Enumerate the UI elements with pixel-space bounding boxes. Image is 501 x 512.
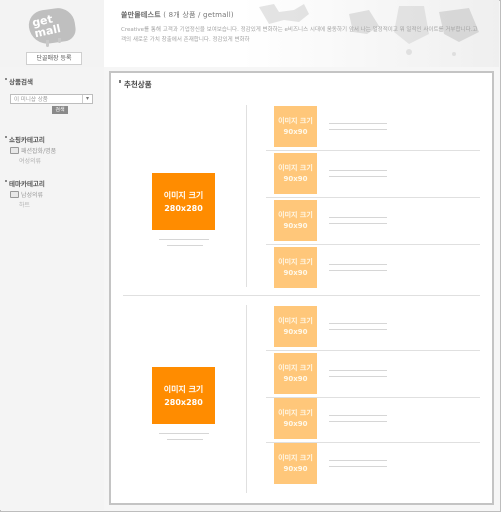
product-price-placeholder [329,129,387,130]
product-name-placeholder [159,433,209,434]
image-size-label: 이미지 크기 [278,316,313,325]
image-size-label: 이미지 크기 [278,163,313,172]
folder-icon [10,191,19,198]
sidebar-subitem-women[interactable]: 여성의류 [19,156,41,165]
image-size-value: 280x280 [164,397,203,407]
divider [266,150,480,151]
shop-description: Creative를 통해 고객과 기업정신을 보여보습니다. 정감있게 변화하는… [121,27,478,43]
product-image-large[interactable]: 이미지 크기 280x280 [152,367,215,424]
logo-area: get mall 단골매장 등록 [0,0,104,67]
product-name-placeholder [329,123,387,124]
search-button[interactable]: 검색 [52,106,68,114]
image-size-value: 90x90 [283,127,308,136]
product-image-small[interactable]: 이미지 크기 90x90 [274,106,317,147]
product-price-placeholder [329,270,387,271]
logo-drip [58,38,61,43]
image-size-value: 90x90 [283,268,308,277]
image-size-value: 90x90 [283,327,308,336]
image-size-value: 90x90 [283,174,308,183]
shop-name: 쏠만몰테스트 [121,11,161,19]
product-image-small[interactable]: 이미지 크기 90x90 [274,247,317,288]
sidebar-item-label: 패션잡화/명품 [21,148,57,155]
product-image-small[interactable]: 이미지 크기 90x90 [274,443,317,484]
folder-icon [10,147,19,154]
divider [266,350,480,351]
shop-category-heading: 쇼핑카테고리 [5,134,45,144]
image-size-label: 이미지 크기 [278,363,313,372]
divider [266,244,480,245]
product-name-placeholder [329,170,387,171]
image-size-label: 이미지 크기 [278,408,313,417]
image-size-label: 이미지 크기 [278,116,313,125]
search-scope-select[interactable]: 이 미니샵 상품 ▾ [10,94,93,104]
sidebar-item-men[interactable]: 남성의류 [10,190,43,199]
product-name-placeholder [329,264,387,265]
product-name-placeholder [329,415,387,416]
image-size-value: 90x90 [283,464,308,473]
section-title: 추천상품 [119,79,152,90]
sidebar-subitem-heart[interactable]: 하트 [19,200,30,209]
product-name-placeholder [159,239,209,240]
product-price-placeholder [329,421,387,422]
product-name-placeholder [329,323,387,324]
favorite-shop-button[interactable]: 단골매장 등록 [26,52,82,65]
product-price-placeholder [329,329,387,330]
product-image-small[interactable]: 이미지 크기 90x90 [274,398,317,439]
product-price-placeholder [329,376,387,377]
image-size-value: 90x90 [283,374,308,383]
chevron-down-icon[interactable]: ▾ [82,95,92,103]
search-scope-value: 이 미니샵 상품 [14,97,48,103]
image-size-label: 이미지 크기 [163,190,204,200]
product-image-small[interactable]: 이미지 크기 90x90 [274,153,317,194]
search-heading: 상품검색 [5,76,33,86]
image-size-label: 이미지 크기 [163,384,204,394]
sidebar-item-fashion[interactable]: 패션잡화/명품 [10,146,56,155]
divider [123,295,480,296]
header: get mall 단골매장 등록 쏠만몰테스트 ( 8개 상품 / getmal… [0,0,499,67]
product-image-small[interactable]: 이미지 크기 90x90 [274,353,317,394]
image-size-value: 280x280 [164,203,203,213]
product-image-small[interactable]: 이미지 크기 90x90 [274,306,317,347]
product-price-placeholder [167,245,203,246]
product-price-placeholder [329,176,387,177]
recommended-products-panel: 추천상품 이미지 크기 280x280 이미지 크기 90x90 이미지 크기 … [109,71,494,505]
image-size-label: 이미지 크기 [278,210,313,219]
product-name-placeholder [329,217,387,218]
sidebar: 상품검색 이 미니샵 상품 ▾ 검색 쇼핑카테고리 패션잡화/명품 여성의류 테… [0,67,104,510]
shop-subtitle: ( 8개 상품 / getmall) [163,11,234,19]
image-size-value: 90x90 [283,419,308,428]
theme-category-heading: 테마카테고리 [5,178,45,188]
product-name-placeholder [329,460,387,461]
divider [246,105,247,287]
product-price-placeholder [329,223,387,224]
image-size-value: 90x90 [283,221,308,230]
product-price-placeholder [167,439,203,440]
shop-title: 쏠만몰테스트 ( 8개 상품 / getmall) [121,10,234,20]
sidebar-item-label: 남성의류 [21,192,44,199]
product-image-large[interactable]: 이미지 크기 280x280 [152,173,215,230]
image-size-label: 이미지 크기 [278,257,313,266]
divider [246,305,247,493]
product-name-placeholder [329,370,387,371]
divider [266,197,480,198]
product-price-placeholder [329,466,387,467]
product-image-small[interactable]: 이미지 크기 90x90 [274,200,317,241]
logo-drip [46,40,49,47]
image-size-label: 이미지 크기 [278,453,313,462]
